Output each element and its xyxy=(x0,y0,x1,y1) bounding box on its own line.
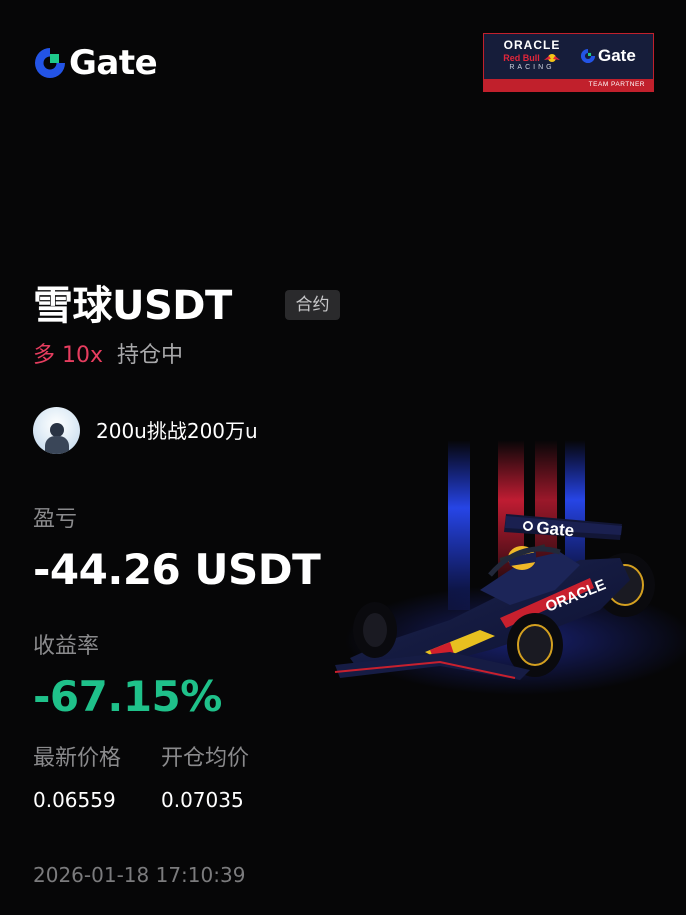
sponsor-racing-text: RACING xyxy=(509,64,555,71)
pnl-label: 盈亏 xyxy=(33,507,78,532)
pnl-value: -44.26 USDT xyxy=(33,545,321,594)
position-direction-leverage: 多 10x xyxy=(33,343,104,368)
rear-wing-text: Gate xyxy=(536,518,575,540)
share-timestamp: 2026-01-18 17:10:39 xyxy=(33,863,246,887)
sponsor-redbull-text: Red Bull xyxy=(503,53,540,63)
user-nickname: 200u挑战200万u xyxy=(96,419,258,443)
last-price-label: 最新价格 xyxy=(33,746,122,771)
sponsor-gate-text: Gate xyxy=(598,46,636,65)
entry-price-value: 0.07035 xyxy=(161,788,244,812)
position-status: 持仓中 xyxy=(117,343,184,368)
team-partner-label: TEAM PARTNER xyxy=(484,79,653,91)
sponsor-redbull-row: Red Bull xyxy=(490,53,574,63)
last-price-value: 0.06559 xyxy=(33,788,116,812)
team-partner-badge: ORACLE Red Bull RACING Gate TEAM PARTNER xyxy=(483,33,654,92)
gate-logo: Gate xyxy=(33,43,158,83)
contract-symbol: 雪球USDT xyxy=(33,283,232,329)
light-beam xyxy=(448,440,470,610)
user-avatar xyxy=(33,407,80,454)
gate-logo-text: Gate xyxy=(69,43,158,83)
share-card: Gate ORACLE Red Bull RACING Gate TEAM PA… xyxy=(0,0,686,915)
avatar-head-shape xyxy=(50,423,64,437)
roe-value: -67.15% xyxy=(33,672,222,721)
avatar-body-shape xyxy=(45,436,69,454)
roe-label: 收益率 xyxy=(33,634,100,659)
f1-car-image: Gate ORACLE xyxy=(334,440,686,695)
redbull-icon xyxy=(543,54,560,62)
market-type-badge: 合约 xyxy=(285,290,340,320)
position-info-row: 多 10x 持仓中 xyxy=(33,340,183,372)
gate-logo-icon xyxy=(580,48,596,64)
sponsor-oracle-text: ORACLE xyxy=(503,38,561,52)
sponsor-gate-logo: Gate xyxy=(580,46,636,66)
entry-price-label: 开仓均价 xyxy=(161,746,250,771)
gate-logo-icon xyxy=(35,48,65,78)
sponsor-redbull-block: ORACLE Red Bull RACING xyxy=(490,38,574,71)
